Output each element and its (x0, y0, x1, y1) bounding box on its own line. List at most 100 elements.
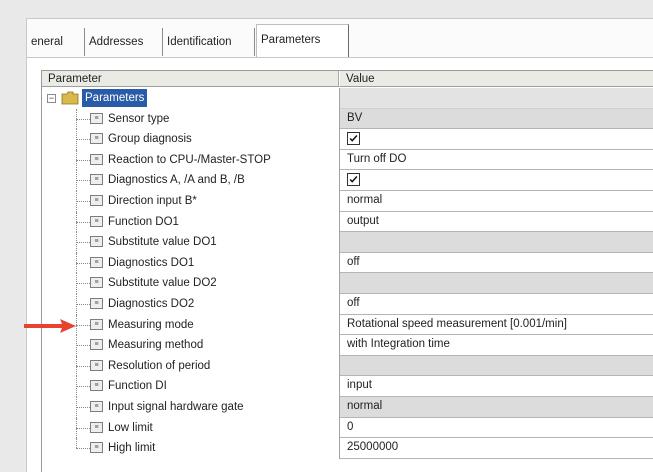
table-row[interactable]: ≡ Low limit 0 (42, 417, 653, 439)
parameter-name: Diagnostics DO1 (108, 256, 195, 269)
tree-root-row[interactable]: − Parameters (42, 88, 653, 109)
parameter-cell: ≡ Substitute value DO1 (42, 232, 340, 253)
value-checkbox-cell[interactable] (340, 129, 653, 150)
tree-connector (76, 304, 90, 305)
tab-addresses[interactable]: Addresses (85, 28, 163, 56)
parameter-cell: ≡ High limit (42, 438, 340, 459)
value-cell[interactable] (340, 232, 653, 253)
table-row[interactable]: ≡ Diagnostics DO2 off (42, 294, 653, 315)
table-row[interactable]: ≡ High limit 25000000 (42, 438, 653, 459)
tab-strip: eneral Addresses Identification Parameters (27, 19, 653, 58)
parameter-node-icon: ≡ (90, 442, 103, 454)
table-row[interactable]: ≡ Sensor type BV (42, 108, 653, 130)
column-header-value[interactable]: Value (340, 71, 653, 87)
red-arrow-icon (24, 319, 76, 333)
value-cell[interactable]: normal (340, 191, 653, 212)
parameter-node-icon: ≡ (90, 277, 103, 289)
parameter-node-icon: ≡ (90, 318, 103, 330)
value-cell[interactable]: normal (340, 397, 653, 418)
value-cell[interactable] (340, 273, 653, 294)
parameter-node-icon: ≡ (90, 421, 103, 433)
parameter-cell: − Parameters (42, 88, 340, 109)
table-row[interactable]: ≡ Resolution of period (42, 355, 653, 377)
parameter-name: Sensor type (108, 112, 170, 125)
tree-connector (76, 180, 90, 182)
parameter-cell: ≡ Diagnostics A, /A and B, /B (42, 170, 340, 191)
parameter-node-icon: ≡ (90, 256, 103, 268)
parameter-name: Input signal hardware gate (108, 401, 244, 413)
parameter-name: Substitute value DO1 (108, 236, 217, 249)
tree-connector (76, 448, 90, 450)
value-cell[interactable]: BV (340, 108, 653, 130)
value-cell[interactable]: with Integration time (340, 335, 653, 356)
tree-connector (76, 283, 90, 285)
table-row[interactable]: ≡ Group diagnosis (42, 129, 653, 150)
parameter-cell: ≡ Sensor type (42, 108, 340, 130)
parameter-name: Diagnostics A, /A and B, /B (108, 174, 245, 187)
value-cell[interactable]: input (340, 376, 653, 397)
table-row[interactable]: ≡ Direction input B* normal (42, 191, 653, 212)
parameter-cell: ≡ Diagnostics DO2 (42, 294, 340, 315)
parameter-name: Reaction to CPU-/Master-STOP (108, 153, 271, 166)
parameter-cell: ≡ Input signal hardware gate (42, 397, 340, 418)
tree-connector (76, 242, 90, 244)
table-row[interactable]: ≡ Diagnostics DO1 off (42, 252, 653, 274)
tab-parameters[interactable]: Parameters (256, 24, 349, 57)
parameter-node-icon: ≡ (90, 359, 103, 371)
parameter-cell: ≡ Measuring method (42, 335, 340, 356)
arrow-shape (24, 319, 76, 333)
value-cell[interactable]: 0 (340, 417, 653, 439)
parameter-grid: Parameter Value − Parameters ≡ Sensor type B… (41, 70, 653, 472)
table-row[interactable]: ≡ Substitute value DO2 (42, 273, 653, 294)
tree-connector (76, 118, 90, 120)
value-cell[interactable]: Rotational speed measurement [0.001/min] (340, 314, 653, 336)
table-row[interactable]: ≡ Input signal hardware gate normal (42, 397, 653, 418)
table-row[interactable]: ≡ Diagnostics A, /A and B, /B (42, 170, 653, 191)
parameter-name: Substitute value DO2 (108, 277, 217, 290)
column-header-parameter[interactable]: Parameter (42, 71, 340, 87)
tree-connector (76, 159, 90, 161)
table-row[interactable]: ≡ Function DI input (42, 376, 653, 397)
value-cell[interactable]: off (340, 294, 653, 315)
parameter-name: Diagnostics DO2 (108, 298, 195, 310)
tree-connector (76, 139, 90, 141)
tab-identification[interactable]: Identification (163, 28, 255, 56)
dialog-frame: eneral Addresses Identification Parameters … (26, 18, 653, 472)
checkbox-checked-icon[interactable] (347, 132, 360, 146)
parameter-node-icon: ≡ (90, 236, 103, 248)
parameter-node-icon: ≡ (90, 215, 103, 227)
tree-connector (76, 365, 90, 367)
parameter-cell: ≡ Group diagnosis (42, 129, 340, 150)
value-cell[interactable] (340, 355, 653, 377)
tree-root-label[interactable]: Parameters (82, 89, 148, 107)
tree-connector (76, 386, 90, 388)
value-cell[interactable]: off (340, 252, 653, 274)
parameter-node-icon: ≡ (90, 298, 103, 309)
table-row[interactable]: ≡ Function DO1 output (42, 211, 653, 233)
table-row[interactable]: ≡ Substitute value DO1 (42, 232, 653, 253)
tree-connector (76, 345, 90, 347)
table-row[interactable]: ≡ Reaction to CPU-/Master-STOP Turn off DO (42, 149, 653, 171)
parameter-cell: ≡ Reaction to CPU-/Master-STOP (42, 149, 340, 171)
parameter-name: Measuring method (108, 339, 204, 352)
parameter-cell: ≡ Resolution of period (42, 355, 340, 377)
tree-connector (76, 201, 90, 202)
parameter-node-icon: ≡ (90, 380, 103, 392)
value-cell[interactable]: Turn off DO (340, 149, 653, 171)
value-cell[interactable]: 25000000 (340, 438, 653, 459)
table-row[interactable]: ≡ Measuring method with Integration time (42, 335, 653, 356)
checkbox-checked-icon[interactable] (347, 173, 360, 187)
grid-header: Parameter Value (42, 71, 653, 88)
table-row[interactable]: ≡ Measuring mode Rotational speed measurem… (42, 314, 653, 336)
value-checkbox-cell[interactable] (340, 170, 653, 191)
parameter-node-icon: ≡ (90, 153, 103, 165)
value-cell[interactable]: output (340, 211, 653, 233)
collapse-icon[interactable]: − (47, 94, 56, 103)
tree-connector (76, 221, 90, 223)
parameter-node-icon: ≡ (90, 195, 103, 206)
tab-eneral[interactable]: eneral (27, 28, 85, 56)
parameter-name: Low limit (108, 421, 153, 434)
parameter-node-icon: ≡ (90, 401, 103, 412)
tree-connector (76, 262, 90, 264)
parameter-cell: ≡ Diagnostics DO1 (42, 252, 340, 274)
